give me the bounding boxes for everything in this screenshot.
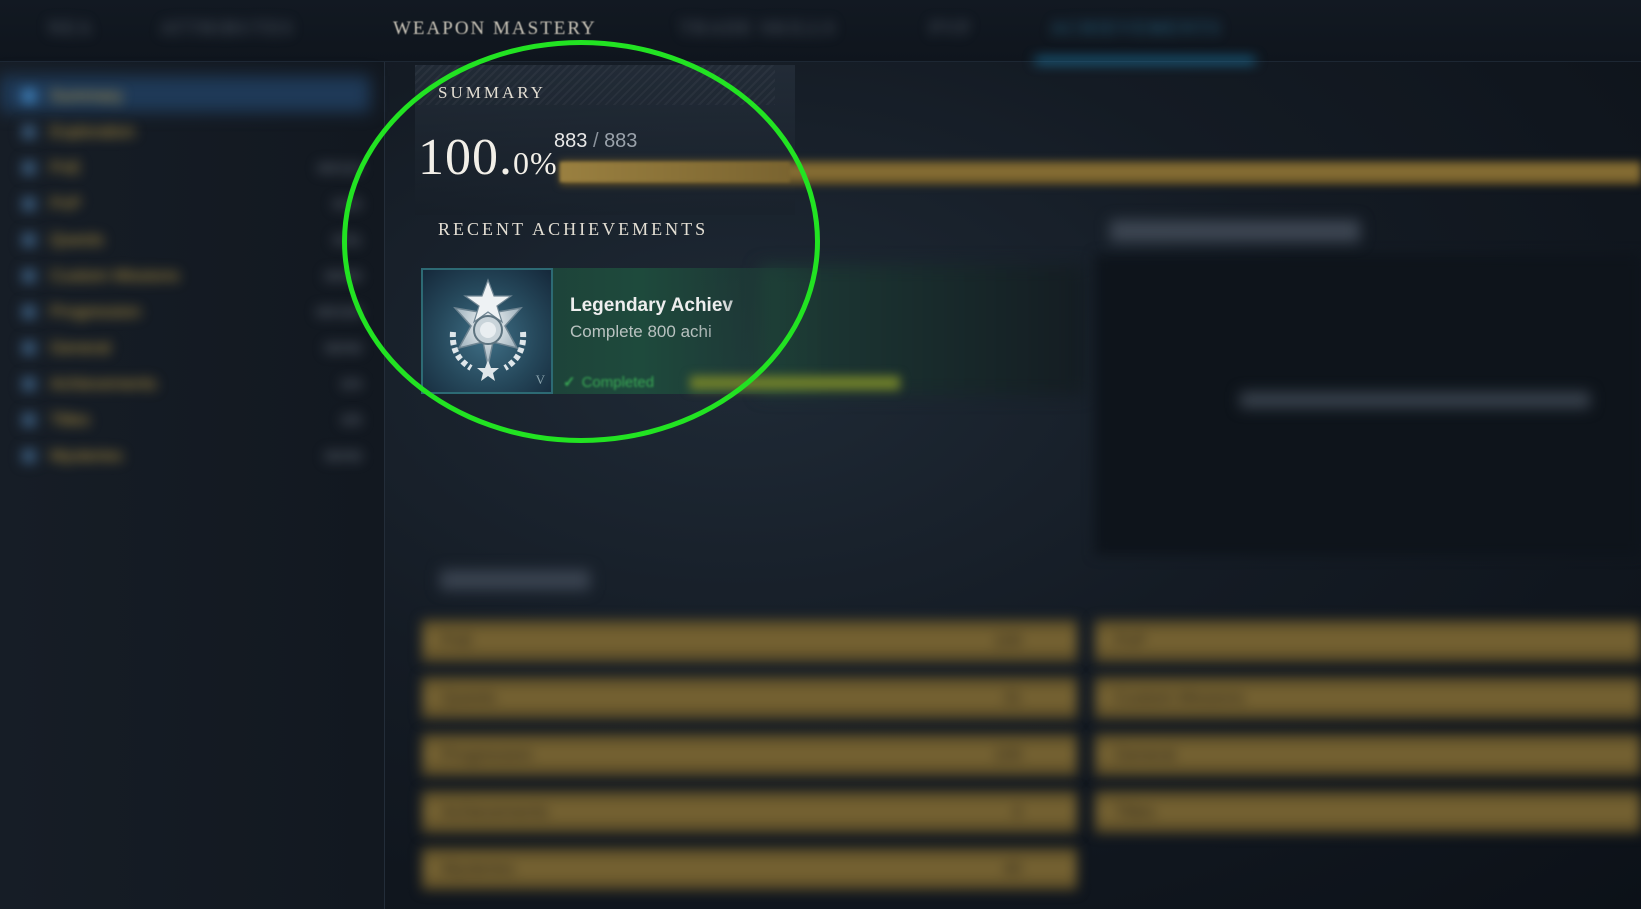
top-nav: NEA ATTRIBUTES WEAPON MASTERY TRADE SKIL… [0, 0, 1641, 63]
expand-icon [22, 233, 36, 247]
tab-achievements[interactable]: ACHIEVEMENTS [1050, 18, 1222, 44]
stat-row[interactable]: Mysteries 40 [422, 848, 1077, 890]
stat-row[interactable]: PvE 100 [422, 620, 1077, 662]
stat-row-label: PvP [1115, 631, 1147, 650]
expand-icon [22, 125, 36, 139]
sidebar-item-label: Custom Missions [50, 266, 180, 285]
stat-row-value: 4 [1012, 802, 1022, 821]
stat-row-value: 100 [993, 631, 1022, 650]
stat-row-label: Titles [1115, 802, 1155, 821]
stat-row-label: Progression [442, 745, 533, 764]
stat-row[interactable]: Custom Missions [1095, 677, 1641, 719]
sidebar-item-label: PvP [50, 194, 82, 213]
sidebar-item-titles[interactable]: Titles 0/5 [22, 409, 362, 431]
nearly-completed-title: NEARLY COMPLETED [1110, 220, 1360, 242]
sidebar-item-count: 00/40 [324, 339, 362, 357]
tab-0[interactable]: NEA [48, 18, 93, 44]
stat-row-label: Custom Missions [1115, 688, 1245, 707]
sidebar-item-label: General [50, 338, 111, 357]
sidebar-item-exploration[interactable]: Exploration [22, 121, 362, 143]
expand-icon [22, 197, 36, 211]
sidebar-item-summary[interactable]: Summary [22, 85, 362, 107]
stat-row-label: Achievements [442, 802, 549, 821]
sidebar-item-label: PvE [50, 158, 82, 177]
expand-icon [22, 305, 36, 319]
sidebar-item-mysteries[interactable]: Mysteries 00/40 [22, 445, 362, 467]
sidebar-item-label: Titles [50, 410, 90, 429]
highlight-circle [342, 40, 820, 443]
expand-icon [22, 449, 36, 463]
expand-icon [22, 413, 36, 427]
sidebar-item-label: Quests [50, 230, 104, 249]
sidebar-item-label: Mysteries [50, 446, 123, 465]
sidebar [0, 62, 385, 909]
stats-title: All Categories [440, 570, 590, 590]
expand-icon [22, 341, 36, 355]
sidebar-item-label: Summary [50, 86, 123, 105]
nearly-completed-empty-text: No achievements are nearly completed yet [1240, 392, 1590, 408]
expand-icon [22, 161, 36, 175]
stat-row[interactable]: General [1095, 734, 1641, 776]
sidebar-item-label: Exploration [50, 122, 136, 141]
sidebar-item-label: Achievements [50, 374, 157, 393]
sidebar-item-pvp[interactable]: PvP 0/15 [22, 193, 362, 215]
stat-row[interactable]: Quests 31 [422, 677, 1077, 719]
sidebar-item-quests[interactable]: Quests 0/31 [22, 229, 362, 251]
sidebar-item-progression[interactable]: Progression 00/100 [22, 301, 362, 323]
stat-row-label: General [1115, 745, 1176, 764]
stat-row-label: Mysteries [442, 859, 515, 878]
sidebar-item-label: Progression [50, 302, 141, 321]
tab-pvp[interactable]: PVP [930, 18, 971, 44]
tab-attributes[interactable]: ATTRIBUTES [160, 18, 294, 44]
stat-row[interactable]: Achievements 4 [422, 791, 1077, 833]
expand-icon [22, 89, 36, 103]
sidebar-item-pve[interactable]: PvE 00/110 [22, 157, 362, 179]
stat-row[interactable]: Progression 100 [422, 734, 1077, 776]
expand-icon [22, 269, 36, 283]
sidebar-item-count: 00/40 [324, 447, 362, 465]
stat-row-label: Quests [442, 688, 496, 707]
stat-row-value: 100 [993, 745, 1022, 764]
stat-row[interactable]: PvP [1095, 620, 1641, 662]
stat-row-value: 40 [1003, 859, 1022, 878]
sidebar-item-count: 0/5 [341, 411, 362, 429]
sidebar-item-achievements[interactable]: Achievements 0/4 [22, 373, 362, 395]
sidebar-item-count: 0/4 [341, 375, 362, 393]
sidebar-item-general[interactable]: General 00/40 [22, 337, 362, 359]
expand-icon [22, 377, 36, 391]
active-tab-indicator [1035, 58, 1255, 63]
stat-row-value: 31 [1003, 688, 1022, 707]
stat-row-label: PvE [442, 631, 474, 650]
tab-trade-skills[interactable]: TRADE SKILLS [680, 18, 836, 44]
sidebar-item-custom-missions[interactable]: Custom Missions 00/40 [22, 265, 362, 287]
stat-row[interactable]: Titles [1095, 791, 1641, 833]
